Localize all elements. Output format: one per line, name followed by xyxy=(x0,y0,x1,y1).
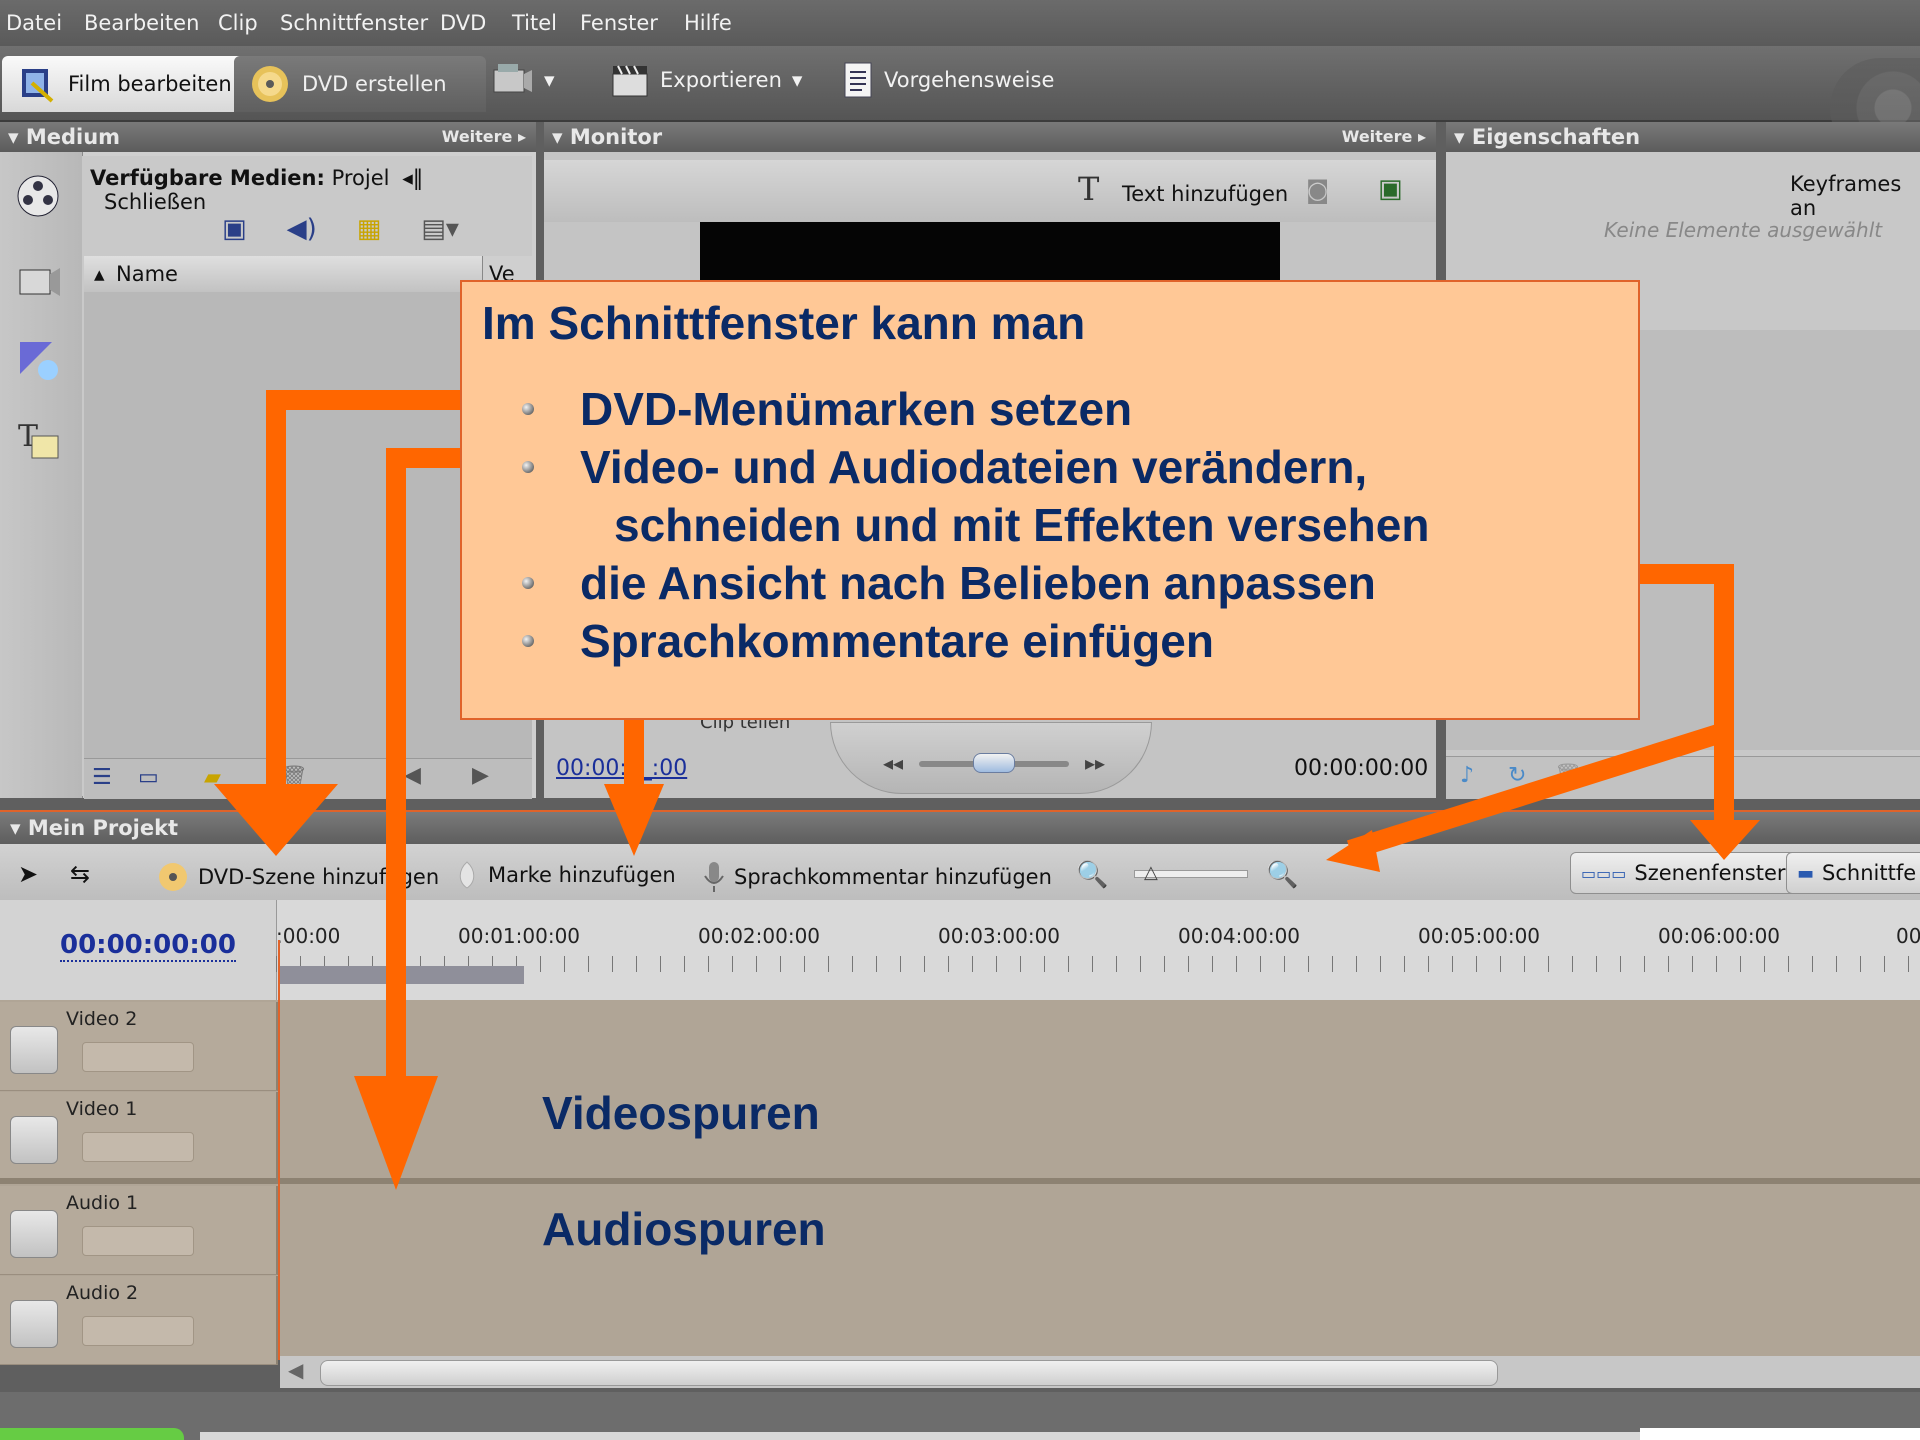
callout-bullet: Sprachkommentare einfügen xyxy=(521,612,1429,670)
audio-tracks-caption: Audiospuren xyxy=(542,1203,826,1255)
callout-bullets: DVD-Menümarken setzen Video- und Audioda… xyxy=(521,380,1430,670)
callout-bullet-text: DVD-Menümarken setzen xyxy=(580,383,1133,435)
arrow-scene-window xyxy=(1638,564,1734,830)
callout-bullet: die Ansicht nach Belieben anpassen xyxy=(521,554,1429,612)
callout-bullet: DVD-Menümarken setzen xyxy=(521,380,1429,438)
callout-bullet-text: Video- und Audiodateien verändern, xyxy=(580,441,1368,493)
arrowhead-scene-window xyxy=(1690,820,1760,860)
callout-bullet-text: Sprachkommentare einfügen xyxy=(580,615,1214,667)
info-callout: Im Schnittfenster kann man DVD-Menümarke… xyxy=(460,280,1640,720)
callout-bullet-continuation: schneiden und mit Effekten versehen xyxy=(614,499,1430,551)
arrow-zoom xyxy=(1346,724,1722,860)
arrow-video-tracks xyxy=(386,448,462,1080)
callout-bullet-text: die Ansicht nach Belieben anpassen xyxy=(580,557,1376,609)
callout-title: Im Schnittfenster kann man xyxy=(482,297,1086,349)
video-tracks-caption: Videospuren xyxy=(542,1087,820,1139)
arrowhead-add-marker xyxy=(604,784,664,856)
arrowhead-dvd-scene xyxy=(214,784,338,856)
annotation-arrows xyxy=(214,390,1760,1190)
arrowhead-video-tracks xyxy=(354,1076,438,1190)
arrowhead-zoom xyxy=(1326,830,1380,872)
callout-bullet: Video- und Audiodateien verändern, schnei… xyxy=(521,438,1430,554)
